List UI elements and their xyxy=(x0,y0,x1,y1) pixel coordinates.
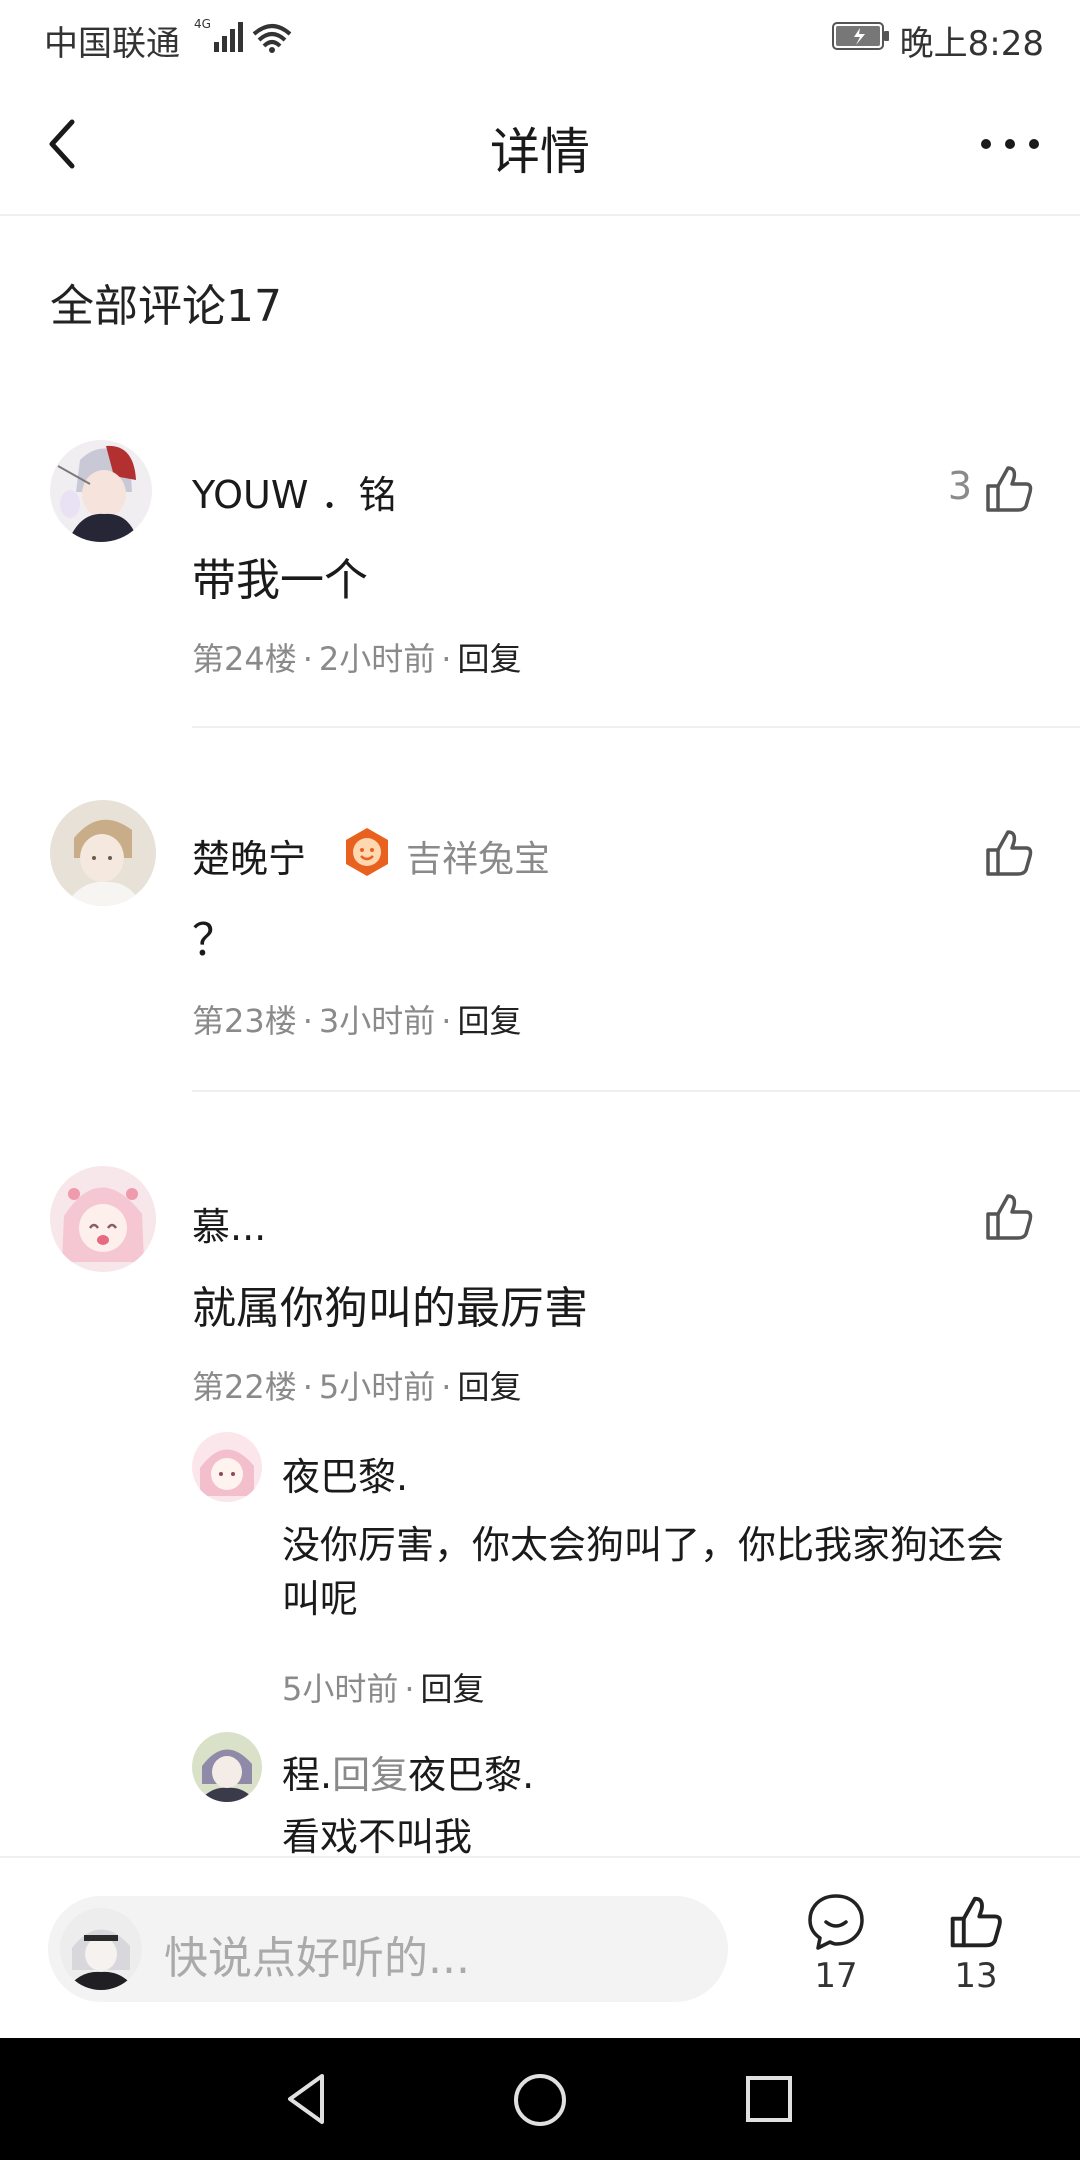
my-avatar xyxy=(60,1908,142,1990)
comment-input[interactable]: 快说点好听的... xyxy=(48,1896,728,2002)
avatar[interactable] xyxy=(50,440,152,542)
time-label: 3小时前 xyxy=(318,1002,436,1040)
nav-home-icon[interactable] xyxy=(512,2072,568,2128)
signal-wifi-icon: 4G xyxy=(194,17,292,53)
comment-text: ？ xyxy=(192,915,236,966)
floor-label: 第23楼 xyxy=(192,1002,297,1040)
comment-meta: 第24楼 · 2小时前 · 回复 xyxy=(192,640,522,678)
time-label: 5小时前 xyxy=(282,1670,399,1708)
time-label: 2小时前 xyxy=(318,640,436,678)
status-bar: 中国联通 4G 晚上8:28 xyxy=(0,0,1080,72)
reply-button[interactable]: 回复 xyxy=(457,1368,521,1406)
reply-text: 没你厉害，你太会狗叫了，你比我家狗还会叫呢 xyxy=(282,1523,1005,1621)
clock-label: 晚上8:28 xyxy=(899,24,1044,64)
comment-count-button[interactable]: 17 xyxy=(800,1892,872,1996)
reply-button[interactable]: 回复 xyxy=(421,1670,485,1708)
floor-label: 第22楼 xyxy=(192,1368,297,1406)
divider xyxy=(192,726,1080,728)
like-total: 13 xyxy=(954,1956,998,1996)
replier-name: 程.回复夜巴黎. xyxy=(282,1744,534,1799)
comment-input-placeholder: 快说点好听的... xyxy=(164,1933,470,1984)
system-nav-bar xyxy=(0,2038,1080,2160)
comment-meta: 第23楼 · 3小时前 · 回复 xyxy=(192,1002,522,1040)
thumbs-up-icon[interactable] xyxy=(982,462,1036,516)
comment-bubble-icon xyxy=(808,1894,864,1950)
thumbs-up-icon[interactable] xyxy=(982,1190,1036,1244)
battery-icon xyxy=(832,22,889,50)
comment-meta: 第22楼 · 5小时前 · 回复 xyxy=(192,1368,522,1406)
more-options-icon[interactable] xyxy=(978,132,1042,156)
page-title: 详情 xyxy=(490,123,590,181)
avatar[interactable] xyxy=(50,1166,156,1272)
reply-meta: 5小时前 · 回复 xyxy=(282,1670,485,1708)
comment-text: 带我一个 xyxy=(192,555,368,606)
avatar[interactable] xyxy=(192,1732,262,1802)
replier-name[interactable]: 夜巴黎. xyxy=(282,1446,408,1501)
thumbs-up-icon[interactable] xyxy=(982,826,1036,880)
like-count: 3 xyxy=(947,464,972,508)
reply-word: 回复 xyxy=(332,1753,409,1797)
commenter-name[interactable]: 楚晚宁 xyxy=(192,828,306,883)
carrier-label: 中国联通 xyxy=(44,24,180,64)
nav-recents-icon[interactable] xyxy=(744,2074,794,2124)
replier-name-text[interactable]: 程. xyxy=(282,1753,332,1797)
reply-button[interactable]: 回复 xyxy=(457,640,521,678)
reply-button[interactable]: 回复 xyxy=(457,1002,521,1040)
commenter-name[interactable]: YOUW ．铭 xyxy=(192,464,397,519)
comment-count: 17 xyxy=(814,1956,858,1996)
floor-label: 第24楼 xyxy=(192,640,297,678)
comment-text: 就属你狗叫的最厉害 xyxy=(192,1283,588,1334)
avatar[interactable] xyxy=(192,1432,262,1502)
divider xyxy=(192,1090,1080,1092)
nav-back-icon[interactable] xyxy=(282,2072,332,2126)
network-type-label: 4G xyxy=(194,17,211,31)
avatar[interactable] xyxy=(50,800,156,906)
badge-label: 吉祥兔宝 xyxy=(406,839,551,880)
comments-section-title: 全部评论17 xyxy=(50,281,282,332)
rabbit-badge-icon xyxy=(346,828,388,876)
time-label: 5小时前 xyxy=(318,1368,436,1406)
like-count-button[interactable]: 13 xyxy=(940,1892,1012,1996)
comment-input-bar: 快说点好听的... 17 13 xyxy=(0,1856,1080,2040)
top-app-bar: 详情 xyxy=(0,72,1080,216)
reply-target-name[interactable]: 夜巴黎. xyxy=(408,1753,534,1797)
commenter-name[interactable]: 慕... xyxy=(192,1196,266,1251)
thumbs-up-icon xyxy=(950,1896,1002,1948)
